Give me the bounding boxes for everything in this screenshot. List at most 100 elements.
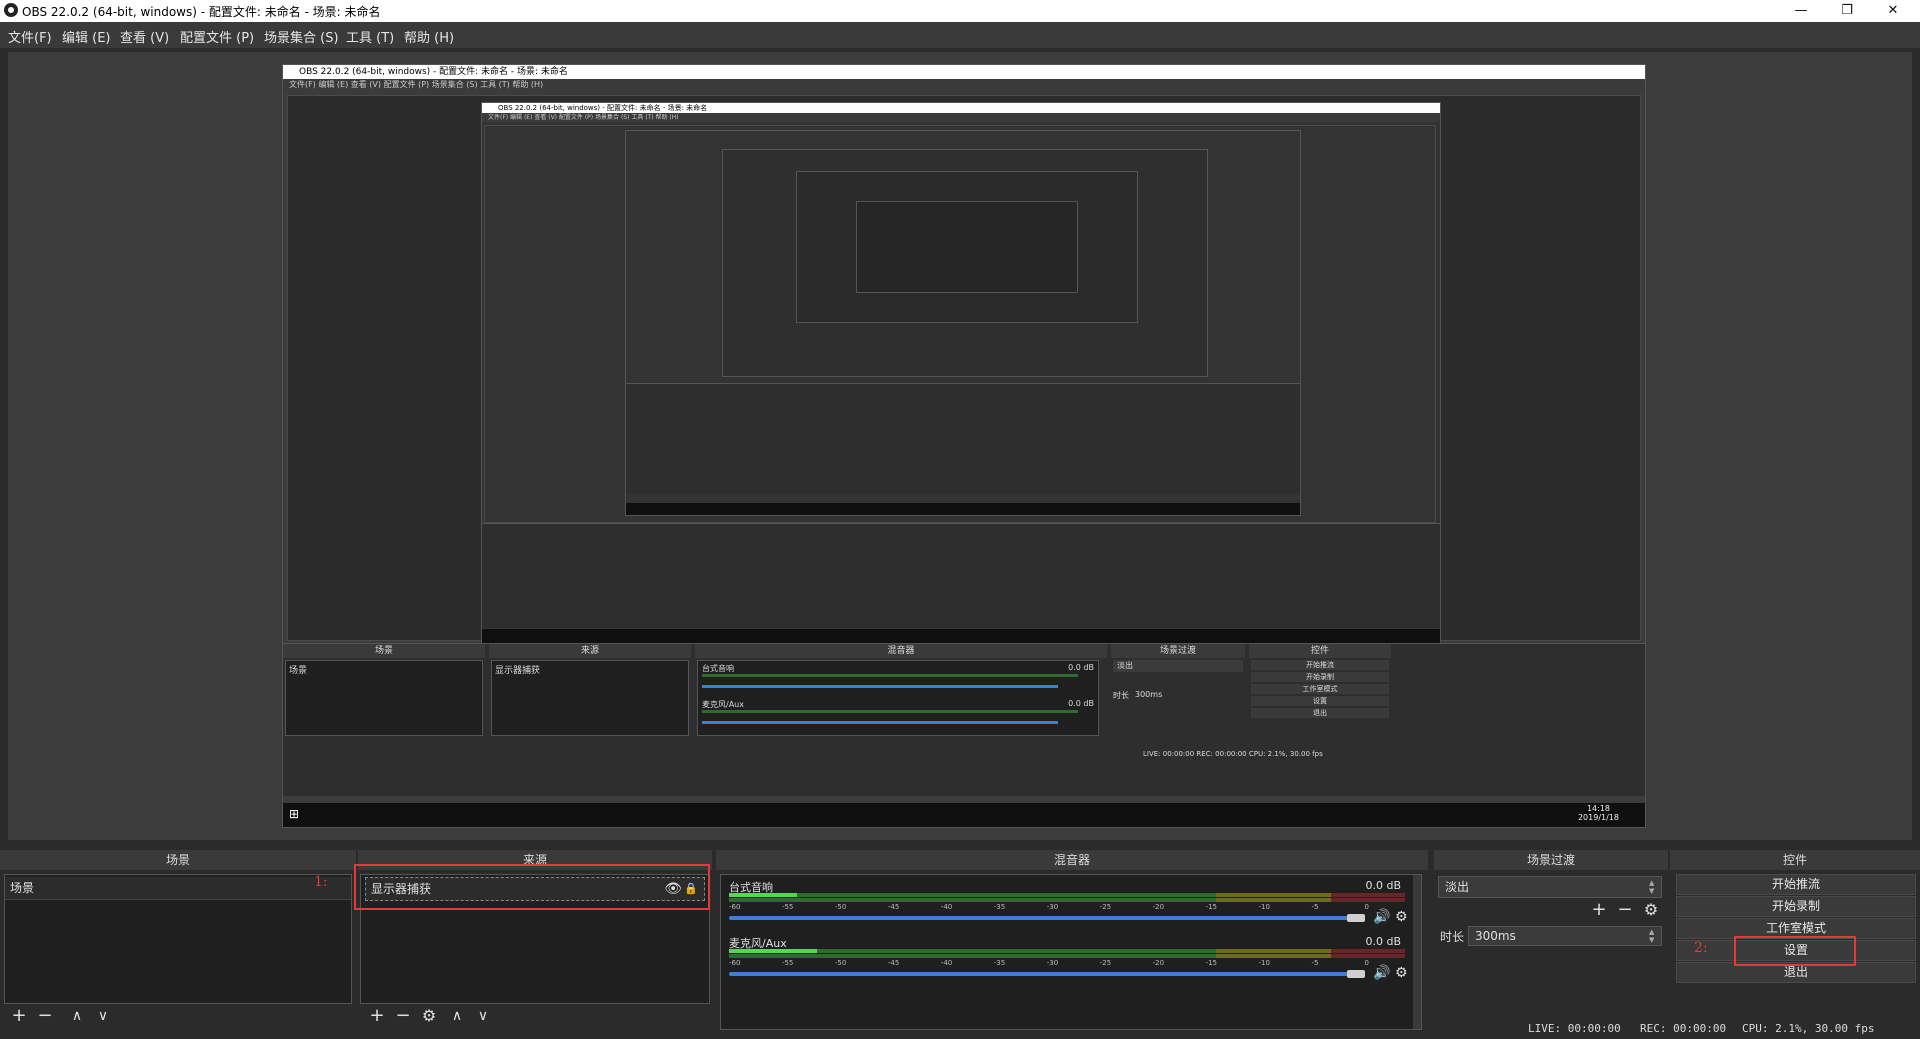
- maximize-button[interactable]: ❐: [1824, 0, 1870, 22]
- mixer-track-desktop: 台式音响 0.0 dB -60 -55 -50 -45 -40 -35 -30 -25 -20-…: [729, 879, 1408, 935]
- source-down-icon[interactable]: ∨: [472, 1006, 494, 1026]
- meter-tick-label: -10: [1258, 959, 1270, 967]
- scenes-list[interactable]: 场景: [4, 874, 352, 1004]
- menu-edit[interactable]: 编辑 (E): [62, 27, 111, 46]
- nested-control-3: 设置: [1251, 696, 1389, 706]
- nested-preview-2: [484, 125, 1436, 523]
- meter-tick-label: -5: [1311, 959, 1319, 967]
- track-mic-ticks: -60 -55 -50 -45 -40 -35 -30 -25 -20 -15 -10 -5 0: [729, 959, 1405, 969]
- start-streaming-button[interactable]: 开始推流: [1676, 874, 1916, 895]
- menu-view[interactable]: 查看 (V): [120, 27, 169, 46]
- nested-title: OBS 22.0.2 (64-bit, windows) - 配置文件: 未命名…: [283, 65, 1645, 79]
- nested-taskbar-3: [626, 503, 1300, 515]
- nested-dock-3: [626, 383, 1300, 494]
- track-desktop-meter: [729, 893, 1405, 897]
- add-source-icon[interactable]: +: [366, 1006, 388, 1026]
- meter-tick-label: -15: [1205, 903, 1218, 911]
- track-desktop-fader-knob[interactable]: [1347, 914, 1365, 922]
- duration-label: 时长: [1440, 930, 1465, 944]
- nested-source-header: 来源: [489, 644, 691, 658]
- scenes-header: 场景: [0, 850, 356, 870]
- nested-duration-label: 时长: [1113, 691, 1129, 700]
- add-scene-icon[interactable]: +: [8, 1006, 30, 1026]
- nested-track1-db: 0.0 dB: [1068, 663, 1094, 672]
- nested-obs-window-3: [625, 130, 1301, 516]
- track-desktop-level: [729, 893, 797, 897]
- track-mic-fader-knob[interactable]: [1347, 970, 1365, 978]
- source-settings-gear-icon[interactable]: ⚙: [418, 1006, 440, 1026]
- meter-tick-label: -25: [1099, 903, 1112, 911]
- controls-header: 控件: [1670, 850, 1920, 870]
- nested-obs-window-2: OBS 22.0.2 (64-bit, windows) - 配置文件: 未命名…: [481, 102, 1441, 646]
- track-mic-volume-slider[interactable]: [729, 972, 1355, 976]
- track-mic-speaker-icon[interactable]: 🔊: [1373, 965, 1390, 981]
- scenes-dock: 场景 场景 1: + − ∧ ∨: [0, 850, 356, 1030]
- nested-control-4: 退出: [1251, 708, 1389, 718]
- duration-input[interactable]: 300ms ▲ ▼: [1468, 926, 1662, 946]
- nested-scene-list: 场景: [285, 660, 483, 736]
- remove-transition-icon[interactable]: −: [1614, 900, 1636, 920]
- move-down-icon[interactable]: ∨: [92, 1006, 114, 1026]
- track-mic-gear-icon[interactable]: ⚙: [1395, 965, 1408, 981]
- annotation-2: 2:: [1694, 940, 1708, 956]
- nested-scene-item: 场景: [289, 666, 308, 676]
- track-desktop-speaker-icon[interactable]: 🔊: [1373, 909, 1390, 925]
- close-button[interactable]: ✕: [1870, 0, 1916, 22]
- menu-scene-collection[interactable]: 场景集合 (S): [264, 27, 339, 46]
- meter-tick-label: -55: [781, 959, 794, 967]
- meter-tick-label: -40: [940, 903, 953, 911]
- nested-taskbar: ⊞ 14:18 2019/1/18: [283, 803, 1645, 827]
- meter-tick-label: -35: [993, 903, 1006, 911]
- minimize-button[interactable]: —: [1778, 0, 1824, 22]
- start-recording-button[interactable]: 开始录制: [1676, 896, 1916, 917]
- annotation-1: 1:: [314, 874, 328, 890]
- nested-track1-name: 台式音响: [702, 664, 734, 673]
- menu-profile[interactable]: 配置文件 (P): [180, 27, 254, 46]
- menu-bar: 文件(F) 编辑 (E) 查看 (V) 配置文件 (P) 场景集合 (S) 工具…: [0, 22, 1920, 48]
- nested-control-2: 工作室模式: [1251, 684, 1389, 694]
- meter-tick-label: -20: [1152, 903, 1165, 911]
- preview-canvas[interactable]: OBS 22.0.2 (64-bit, windows) - 配置文件: 未命名…: [8, 52, 1912, 840]
- nested-mixer-header: 混音器: [695, 644, 1107, 658]
- nested-dock-2: [482, 523, 1440, 628]
- nested-controls-header: 控件: [1249, 644, 1391, 658]
- title-bar: OBS 22.0.2 (64-bit, windows) - 配置文件: 未命名…: [0, 0, 1920, 22]
- transition-gear-icon[interactable]: ⚙: [1640, 900, 1662, 920]
- meter-tick-label: -45: [887, 959, 900, 967]
- track-mic-meter: [729, 949, 1405, 953]
- track-desktop-db: 0.0 dB: [1365, 879, 1401, 892]
- add-transition-icon[interactable]: +: [1588, 900, 1610, 920]
- nested-obs-window: OBS 22.0.2 (64-bit, windows) - 配置文件: 未命名…: [282, 64, 1646, 828]
- menu-tools[interactable]: 工具 (T): [346, 27, 394, 46]
- highlight-source-box: [354, 864, 710, 910]
- meter-tick-label: -25: [1099, 959, 1112, 967]
- remove-source-icon[interactable]: −: [392, 1006, 414, 1026]
- transitions-header: 场景过渡: [1434, 850, 1668, 870]
- mixer-header: 混音器: [716, 850, 1428, 870]
- nested-duration-value: 300ms: [1135, 690, 1163, 699]
- mixer-scrollbar[interactable]: [1413, 875, 1421, 1029]
- scene-item[interactable]: 场景: [5, 877, 351, 900]
- nested-track2-name: 麦克风/Aux: [702, 700, 744, 709]
- meter-tick-label: -40: [940, 959, 953, 967]
- menu-help[interactable]: 帮助 (H): [404, 27, 454, 46]
- duration-value: 300ms: [1475, 929, 1516, 943]
- nested-title-2: OBS 22.0.2 (64-bit, windows) - 配置文件: 未命名…: [482, 103, 1440, 113]
- meter-tick-label: -30: [1046, 959, 1059, 967]
- meter-tick-label: -50: [834, 903, 847, 911]
- meter-tick-label: -50: [834, 959, 847, 967]
- meter-tick-label: -20: [1152, 959, 1165, 967]
- track-desktop-gear-icon[interactable]: ⚙: [1395, 909, 1408, 925]
- nested-preview: OBS 22.0.2 (64-bit, windows) - 配置文件: 未命名…: [287, 95, 1641, 646]
- transition-spin-icon: ▲ ▼: [1649, 879, 1655, 895]
- transition-select[interactable]: 淡出 ▲ ▼: [1438, 876, 1662, 898]
- track-desktop-volume-slider[interactable]: [729, 916, 1355, 920]
- nested-track2-db: 0.0 dB: [1068, 699, 1094, 708]
- move-up-icon[interactable]: ∧: [66, 1006, 88, 1026]
- source-up-icon[interactable]: ∧: [446, 1006, 468, 1026]
- status-live: LIVE: 00:00:00: [1528, 1022, 1621, 1035]
- menu-file[interactable]: 文件(F): [8, 27, 52, 46]
- meter-tick-label: -45: [887, 903, 900, 911]
- remove-scene-icon[interactable]: −: [34, 1006, 56, 1026]
- status-rec: REC: 00:00:00: [1640, 1022, 1727, 1035]
